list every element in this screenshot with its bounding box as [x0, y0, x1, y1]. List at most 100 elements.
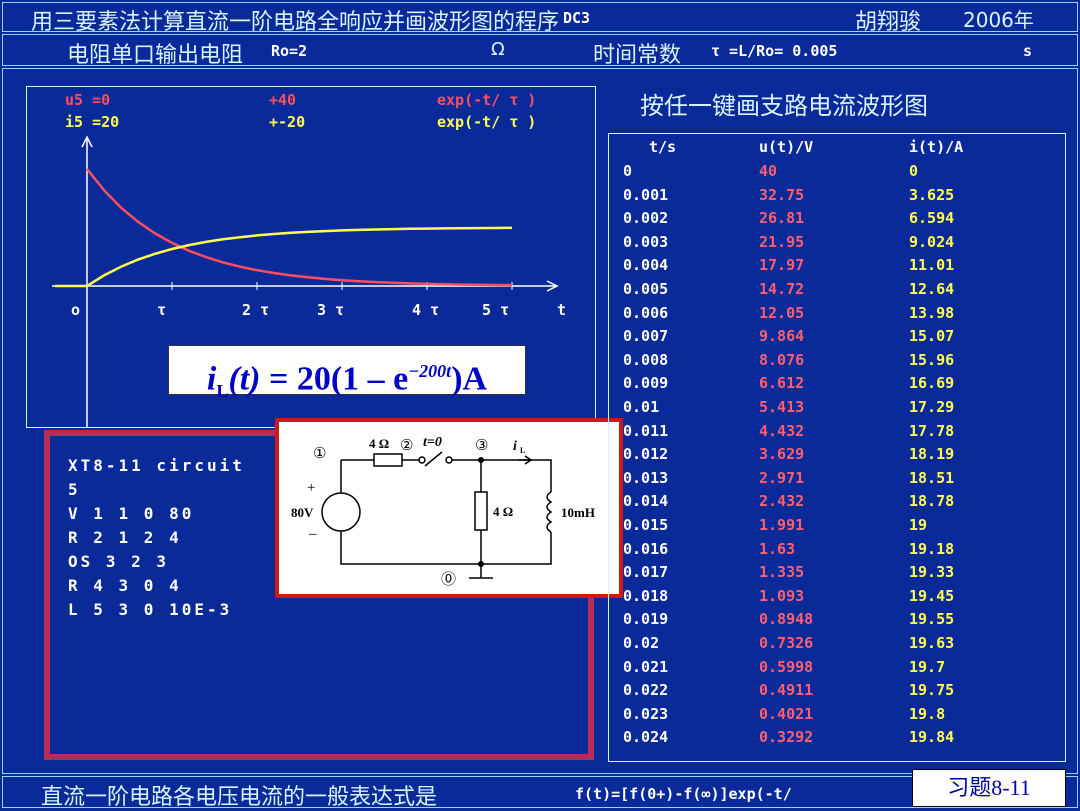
wire: [340, 531, 552, 565]
cell-current: 19.8: [909, 704, 946, 723]
cell-voltage: 2.432: [759, 492, 805, 511]
cell-voltage: 26.81: [759, 209, 805, 228]
year-label: 2006年: [963, 8, 1034, 32]
cell-time: 0: [623, 162, 633, 180]
cell-current: 19.33: [909, 563, 955, 582]
formula-exponent: −200t: [408, 361, 452, 381]
cell-voltage: 0.8948: [759, 610, 814, 629]
cell-time: 0.014: [623, 492, 669, 511]
info-bar: 电阻单口输出电阻 Ro=2 Ω 时间常数 τ =L/Ro= 0.005 s: [2, 34, 1078, 68]
table-row: 0.009 6.612 16.69: [609, 374, 1065, 398]
cell-current: 16.69: [909, 374, 955, 393]
cell-current: 9.024: [909, 232, 955, 251]
cell-time: 0.008: [623, 350, 669, 369]
cell-current: 13.98: [909, 303, 955, 322]
table-row: 0.015 1.991 19: [609, 516, 1065, 540]
switch-label: t=0: [423, 435, 442, 450]
node-1-label: ①: [313, 446, 326, 462]
author-name: 胡翔骏: [855, 10, 922, 35]
cell-voltage: 0.4911: [759, 681, 814, 700]
table-row: 0.013 2.971 18.51: [609, 469, 1065, 493]
resistance-label: 电阻单口输出电阻: [67, 43, 244, 68]
cell-voltage: 1.991: [759, 516, 805, 534]
x-tick-label: o: [71, 301, 80, 319]
cell-voltage: 12.05: [759, 303, 805, 322]
table-row: 0 40 0: [609, 162, 1065, 186]
netlist-line: V 1 1 0 80: [68, 504, 195, 523]
table-row: 0.002 26.81 6.594: [609, 209, 1065, 233]
tau-label: 时间常数: [593, 43, 682, 68]
cell-current: 15.07: [909, 327, 955, 346]
cell-time: 0.023: [623, 704, 669, 723]
current-formula: iL(t) = 20(1 – e−200t)A: [168, 345, 526, 401]
formula-end: )A: [451, 360, 488, 398]
netlist-line: L 5 3 0 10E-3: [68, 600, 233, 619]
cell-current: 19: [909, 516, 928, 534]
table-row: 0.02 0.7326 19.63: [609, 634, 1065, 658]
formula-body: = 20(1 – e: [260, 360, 409, 398]
circuit-diagram: ① ② ③ ⓪ 4 Ω 4 Ω t=0 i L + 80V – 10mH: [275, 418, 623, 598]
table-row: 0.022 0.4911 19.75: [609, 681, 1065, 705]
cell-time: 0.011: [623, 421, 669, 440]
cell-current: 19.75: [909, 681, 955, 700]
cell-time: 0.007: [623, 327, 669, 346]
cell-voltage: 32.75: [759, 185, 805, 204]
formula-i: i: [206, 360, 217, 398]
table-row: 0.004 17.97 11.01: [609, 256, 1065, 280]
cell-current: 17.78: [909, 421, 955, 440]
source-label: 80V: [291, 505, 314, 520]
cell-time: 0.015: [623, 516, 669, 534]
cell-current: 3.625: [909, 185, 955, 204]
legend-u5-b: +40: [269, 91, 296, 109]
table-title: 按任一键画支路电流波形图: [640, 92, 928, 120]
cell-time: 0.013: [623, 468, 669, 487]
cell-current: 18.51: [909, 468, 955, 487]
table-row: 0.003 21.95 9.024: [609, 233, 1065, 257]
cell-time: 0.006: [623, 303, 669, 322]
cell-voltage: 14.72: [759, 280, 805, 298]
switch-terminal: [418, 456, 426, 464]
program-code: DC3: [563, 9, 591, 27]
table-row: 0.023 0.4021 19.8: [609, 705, 1065, 729]
cell-current: 19.45: [909, 586, 955, 605]
data-table: t/s u(t)/V i(t)/A 0 40 0 0.001 32.75 3.625 0.0…: [608, 133, 1066, 762]
cell-voltage: 4.432: [759, 421, 805, 440]
table-row: 0.017 1.335 19.33: [609, 563, 1065, 587]
legend-u5-c: exp(-t/ τ ): [437, 91, 536, 109]
cell-time: 0.02: [623, 634, 660, 652]
cell-current: 19.63: [909, 634, 955, 652]
table-row: 0.016 1.63 19.18: [609, 540, 1065, 564]
program-title: 用三要素法计算直流一阶电路全响应并画波形图的程序: [31, 10, 560, 35]
inductor: [546, 491, 553, 533]
cell-time: 0.005: [623, 280, 669, 298]
circuit-svg: ① ② ③ ⓪ 4 Ω 4 Ω t=0 i L + 80V – 10mH: [291, 435, 595, 588]
cell-current: 19.7: [909, 657, 946, 676]
x-tick-label: 2 τ: [242, 301, 269, 319]
exercise-label: 习题8-11: [912, 769, 1066, 807]
cell-voltage: 1.335: [759, 563, 805, 582]
source-minus: –: [308, 526, 317, 542]
cell-current: 17.29: [909, 398, 955, 416]
cell-voltage: 0.3292: [759, 728, 814, 747]
wire: [452, 459, 552, 492]
node-3-label: ③: [475, 438, 488, 454]
cell-voltage: 0.4021: [759, 704, 814, 723]
node-0-label: ⓪: [441, 571, 456, 588]
cell-current: 11.01: [909, 256, 955, 275]
cell-time: 0.016: [623, 539, 669, 558]
table-row: 0.001 32.75 3.625: [609, 186, 1065, 210]
cell-time: 0.022: [623, 681, 669, 700]
cell-current: 18.78: [909, 492, 955, 511]
x-tick-label: 3 τ: [317, 301, 344, 319]
cell-voltage: 9.864: [759, 327, 805, 346]
table-row: 0.007 9.864 15.07: [609, 327, 1065, 351]
legend-u5-a: u5 =0: [65, 91, 110, 109]
cell-time: 0.004: [623, 256, 669, 275]
netlist-line: 5: [68, 480, 81, 499]
cell-voltage: 17.97: [759, 256, 805, 275]
legend-i5-c: exp(-t/ τ ): [437, 113, 536, 131]
header-voltage: u(t)/V: [759, 138, 814, 156]
voltage-source: [321, 492, 361, 532]
resistance-value: Ro=2: [271, 42, 308, 60]
table-row: 0.01 5.413 17.29: [609, 398, 1065, 422]
